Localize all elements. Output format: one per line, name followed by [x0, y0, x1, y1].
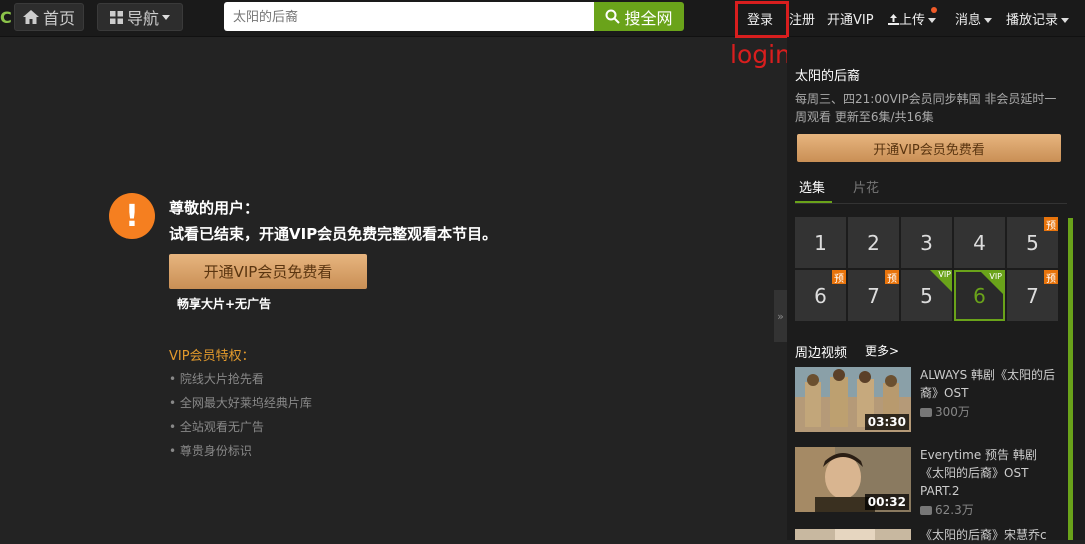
nav-button[interactable]: 导航: [97, 3, 183, 31]
episode-button[interactable]: 1: [795, 217, 846, 268]
vip-badge-text: VIP: [989, 272, 1002, 281]
privilege-item: • 院线大片抢先看: [169, 372, 264, 386]
login-annotation: login: [730, 40, 791, 69]
video-title[interactable]: Everytime 预告 韩剧《太阳的后裔》OST PART.2: [920, 446, 1060, 500]
register-link[interactable]: 注册: [789, 9, 815, 28]
related-videos-title: 周边视频: [795, 346, 848, 361]
notice-message: 试看已结束，开通VIP会员免费完整观看本节目。: [169, 225, 498, 243]
episode-button[interactable]: 5预: [1007, 217, 1058, 268]
chevron-down-icon: [1061, 18, 1070, 23]
chevron-down-icon: [162, 14, 170, 20]
vip-badge-text: VIP: [938, 270, 951, 279]
episode-button[interactable]: 3: [901, 217, 952, 268]
video-thumbnail[interactable]: 00:32: [795, 447, 911, 512]
nav-label: 导航: [126, 9, 159, 28]
open-vip-link[interactable]: 开通VIP: [827, 9, 874, 28]
play-icon: [920, 408, 932, 417]
chevron-down-icon: [984, 18, 993, 23]
preview-badge: 预: [885, 270, 899, 285]
show-description: 每周三、四21:00VIP会员同步韩国 非会员延时一周观看 更新至6集/共16集: [795, 92, 1057, 124]
grid-icon: [109, 10, 123, 24]
notice-greeting: 尊敬的用户：: [169, 199, 260, 217]
collapse-sidebar-button[interactable]: »: [774, 290, 787, 342]
video-title[interactable]: 《太阳的后裔》宋慧乔c: [920, 526, 1060, 544]
upload-icon: [888, 14, 899, 25]
preview-badge: 预: [832, 270, 846, 285]
chevron-down-icon: [928, 18, 937, 23]
top-bar: C 首页 导航 搜全网 登录 注册 开通VIP 上传 消息 播放记录: [0, 0, 1085, 37]
video-duration: 03:30: [864, 414, 909, 430]
episode-button[interactable]: 4: [954, 217, 1005, 268]
episode-button[interactable]: 7预: [848, 270, 899, 321]
episode-button[interactable]: 7预: [1007, 270, 1058, 321]
privileges-title: VIP会员特权：: [169, 349, 255, 364]
home-button[interactable]: 首页: [14, 3, 84, 31]
video-duration: 00:32: [864, 494, 909, 510]
more-link[interactable]: 更多>: [865, 342, 899, 359]
privilege-item: • 全站观看无广告: [169, 420, 264, 434]
tab-divider: [795, 203, 1067, 204]
tab-active-indicator: [795, 201, 832, 203]
search-button[interactable]: 搜全网: [594, 2, 684, 31]
messages-label: 消息: [955, 13, 982, 28]
upload-link[interactable]: 上传: [888, 9, 937, 28]
messages-link[interactable]: 消息: [955, 9, 993, 28]
search-input[interactable]: [224, 2, 595, 31]
video-thumbnail[interactable]: 03:30: [795, 367, 911, 432]
video-views: 62.3万: [920, 501, 974, 518]
logo-fragment: C: [0, 8, 12, 27]
sidebar-vip-button[interactable]: 开通VIP会员免费看: [797, 134, 1061, 162]
privilege-item: • 尊贵身份标识: [169, 444, 252, 458]
history-link[interactable]: 播放记录: [1006, 9, 1070, 28]
home-label: 首页: [42, 9, 75, 28]
video-thumbnail[interactable]: [795, 527, 911, 540]
play-icon: [920, 506, 932, 515]
notification-dot: [931, 7, 937, 13]
history-label: 播放记录: [1006, 13, 1059, 28]
tab-episodes[interactable]: 选集: [799, 177, 825, 196]
warning-icon: !: [109, 193, 155, 239]
scrollbar[interactable]: [1068, 218, 1073, 540]
video-views: 300万: [920, 403, 970, 420]
tab-trailers[interactable]: 片花: [853, 177, 879, 196]
video-title[interactable]: ALWAYS 韩剧《太阳的后裔》OST: [920, 366, 1060, 402]
preview-badge: 预: [1044, 270, 1058, 285]
search-button-label: 搜全网: [624, 8, 673, 28]
episode-button-active[interactable]: 6 VIP: [954, 270, 1005, 321]
upload-label: 上传: [899, 13, 926, 28]
login-highlight-box: [735, 1, 789, 38]
home-icon: [22, 10, 39, 24]
privilege-item: • 全网最大好莱坞经典片库: [169, 396, 312, 410]
vip-subtitle: 畅享大片+无广告: [177, 297, 272, 311]
preview-badge: 预: [1044, 217, 1058, 232]
episode-button[interactable]: 2: [848, 217, 899, 268]
open-vip-button[interactable]: 开通VIP会员免费看: [169, 254, 367, 289]
video-thumbnail-image: [795, 529, 911, 540]
episode-button[interactable]: 6预: [795, 270, 846, 321]
show-title: 太阳的后裔: [795, 69, 861, 84]
search-icon: [605, 9, 621, 24]
episode-button[interactable]: 5 VIP: [901, 270, 952, 321]
